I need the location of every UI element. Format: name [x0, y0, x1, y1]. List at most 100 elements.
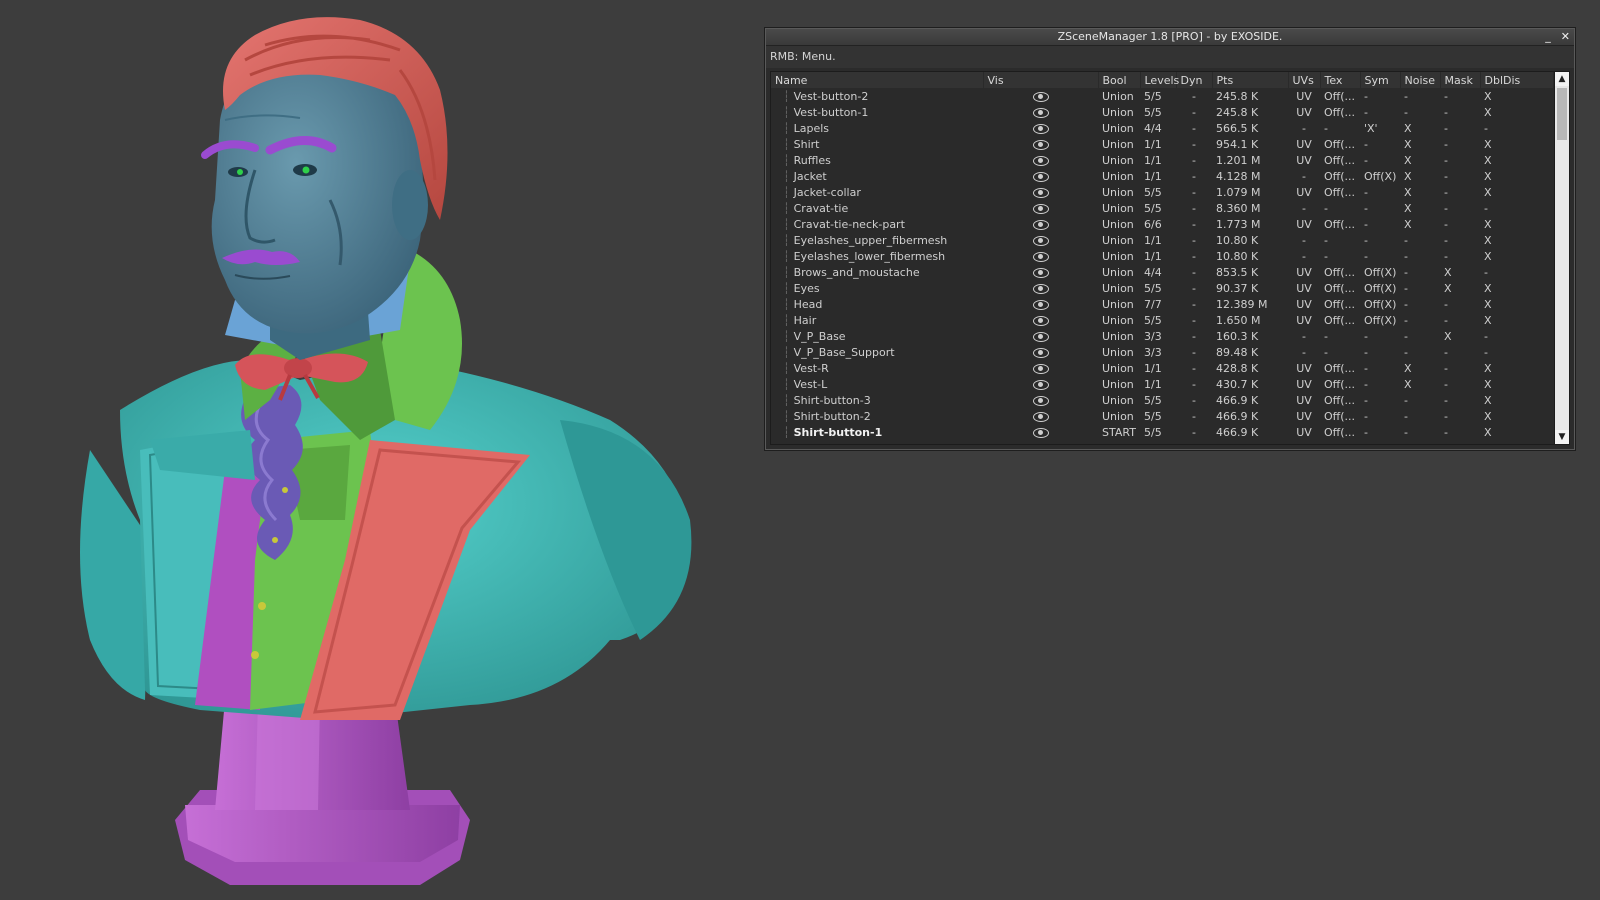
cell-name[interactable]: ┆ Jacket-collar	[771, 184, 983, 200]
table-row[interactable]: ┆ Jacket Union 1/1-4.128 M - Off(... Off(X) X - X	[771, 168, 1553, 184]
cell-bool[interactable]: Union	[1098, 184, 1140, 200]
cell-bool[interactable]: Union	[1098, 360, 1140, 376]
cell-noise[interactable]: -	[1400, 344, 1440, 360]
cell-vis[interactable]	[983, 328, 1098, 344]
cell-mask[interactable]: -	[1440, 232, 1480, 248]
col-header-noise[interactable]: Noise	[1400, 72, 1441, 88]
table-row[interactable]: ┆ Vest-L Union 1/1-430.7 K UV Off(... - X - X	[771, 376, 1553, 392]
cell-tex[interactable]: Off(...	[1320, 408, 1360, 424]
cell-noise[interactable]: -	[1400, 248, 1440, 264]
cell-dbldis[interactable]: X	[1480, 376, 1553, 392]
cell-dbldis[interactable]: -	[1480, 264, 1553, 280]
cell-pts[interactable]: 12.389 M	[1212, 296, 1288, 312]
cell-name[interactable]: ┆ Eyelashes_lower_fibermesh	[771, 248, 983, 264]
cell-uvs[interactable]: UV	[1288, 408, 1320, 424]
cell-mask[interactable]: -	[1440, 136, 1480, 152]
cell-mask[interactable]: -	[1440, 344, 1480, 360]
col-header-sym[interactable]: Sym	[1360, 72, 1401, 88]
cell-pts[interactable]: 245.8 K	[1212, 104, 1288, 120]
cell-name[interactable]: ┆ Shirt-button-2	[771, 408, 983, 424]
cell-tex[interactable]: -	[1320, 344, 1360, 360]
cell-uvs[interactable]: UV	[1288, 360, 1320, 376]
cell-vis[interactable]	[983, 296, 1098, 312]
col-header-levels[interactable]: Levels	[1140, 72, 1179, 88]
cell-noise[interactable]: X	[1400, 152, 1440, 168]
cell-dbldis[interactable]: X	[1480, 168, 1553, 184]
cell-sym[interactable]: -	[1360, 408, 1400, 424]
cell-tex[interactable]: -	[1320, 200, 1360, 216]
cell-mask[interactable]: X	[1440, 264, 1480, 280]
cell-sym[interactable]: -	[1360, 248, 1400, 264]
cell-sym[interactable]: -	[1360, 344, 1400, 360]
cell-sym[interactable]: -	[1360, 392, 1400, 408]
cell-pts[interactable]: 160.3 K	[1212, 328, 1288, 344]
cell-name[interactable]: ┆ Vest-L	[771, 376, 983, 392]
cell-name[interactable]: ┆ V_P_Base_Support	[771, 344, 983, 360]
cell-noise[interactable]: -	[1400, 312, 1440, 328]
cell-mask[interactable]: -	[1440, 200, 1480, 216]
table-row[interactable]: ┆ Head Union 7/7-12.389 M UV Off(... Off(X) - - X	[771, 296, 1553, 312]
cell-levels[interactable]: 1/1	[1140, 376, 1176, 392]
eye-icon[interactable]	[1032, 347, 1049, 358]
cell-uvs[interactable]: -	[1288, 248, 1320, 264]
cell-noise[interactable]: -	[1400, 296, 1440, 312]
cell-tex[interactable]: Off(...	[1320, 168, 1360, 184]
cell-vis[interactable]	[983, 280, 1098, 296]
cell-uvs[interactable]: UV	[1288, 424, 1320, 440]
cell-uvs[interactable]: -	[1288, 200, 1320, 216]
cell-mask[interactable]: -	[1440, 392, 1480, 408]
cell-name[interactable]: ┆ Cravat-tie	[771, 200, 983, 216]
cell-sym[interactable]: Off(X)	[1360, 168, 1400, 184]
table-row[interactable]: ┆ Shirt-button-1 START 5/5-466.9 K UV Off(...…	[771, 424, 1553, 440]
cell-uvs[interactable]: -	[1288, 328, 1320, 344]
col-header-dyn[interactable]: Dyn	[1176, 72, 1213, 88]
eye-icon[interactable]	[1032, 235, 1049, 246]
cell-vis[interactable]	[983, 88, 1098, 104]
col-header-pts[interactable]: Pts	[1212, 72, 1289, 88]
cell-bool[interactable]: Union	[1098, 344, 1140, 360]
cell-dyn[interactable]: -	[1176, 232, 1212, 248]
cell-dyn[interactable]: -	[1176, 248, 1212, 264]
cell-dyn[interactable]: -	[1176, 264, 1212, 280]
cell-vis[interactable]	[983, 216, 1098, 232]
cell-pts[interactable]: 466.9 K	[1212, 424, 1288, 440]
cell-vis[interactable]	[983, 408, 1098, 424]
cell-bool[interactable]: Union	[1098, 88, 1140, 104]
table-row[interactable]: ┆ Vest-button-1 Union 5/5-245.8 K UV Off(... -…	[771, 104, 1553, 120]
cell-dyn[interactable]: -	[1176, 216, 1212, 232]
cell-levels[interactable]: 5/5	[1140, 200, 1176, 216]
cell-bool[interactable]: Union	[1098, 312, 1140, 328]
cell-noise[interactable]: -	[1400, 408, 1440, 424]
cell-uvs[interactable]: UV	[1288, 216, 1320, 232]
cell-levels[interactable]: 1/1	[1140, 248, 1176, 264]
table-row[interactable]: ┆ Eyelashes_upper_fibermesh Union 1/1-10.80…	[771, 232, 1553, 248]
cell-name[interactable]: ┆ Eyelashes_upper_fibermesh	[771, 232, 983, 248]
cell-bool[interactable]: START	[1098, 424, 1140, 440]
cell-pts[interactable]: 10.80 K	[1212, 232, 1288, 248]
cell-noise[interactable]: X	[1400, 200, 1440, 216]
cell-dbldis[interactable]: X	[1480, 360, 1553, 376]
cell-dyn[interactable]: -	[1176, 280, 1212, 296]
cell-uvs[interactable]: UV	[1288, 392, 1320, 408]
table-row[interactable]: ┆ Shirt Union 1/1-954.1 K UV Off(... - X - X	[771, 136, 1553, 152]
cell-mask[interactable]: -	[1440, 216, 1480, 232]
cell-name[interactable]: ┆ Vest-button-1	[771, 104, 983, 120]
cell-bool[interactable]: Union	[1098, 248, 1140, 264]
eye-icon[interactable]	[1032, 251, 1049, 262]
cell-mask[interactable]: -	[1440, 312, 1480, 328]
cell-mask[interactable]: -	[1440, 104, 1480, 120]
cell-noise[interactable]: X	[1400, 168, 1440, 184]
cell-levels[interactable]: 1/1	[1140, 152, 1176, 168]
cell-dbldis[interactable]: X	[1480, 408, 1553, 424]
table-row[interactable]: ┆ Eyes Union 5/5-90.37 K UV Off(... Off(X) - X X	[771, 280, 1553, 296]
cell-bool[interactable]: Union	[1098, 104, 1140, 120]
cell-dyn[interactable]: -	[1176, 168, 1212, 184]
cell-vis[interactable]	[983, 104, 1098, 120]
cell-mask[interactable]: -	[1440, 120, 1480, 136]
cell-pts[interactable]: 90.37 K	[1212, 280, 1288, 296]
cell-mask[interactable]: -	[1440, 168, 1480, 184]
cell-pts[interactable]: 1.650 M	[1212, 312, 1288, 328]
cell-uvs[interactable]: UV	[1288, 376, 1320, 392]
eye-icon[interactable]	[1032, 219, 1049, 230]
cell-uvs[interactable]: UV	[1288, 280, 1320, 296]
